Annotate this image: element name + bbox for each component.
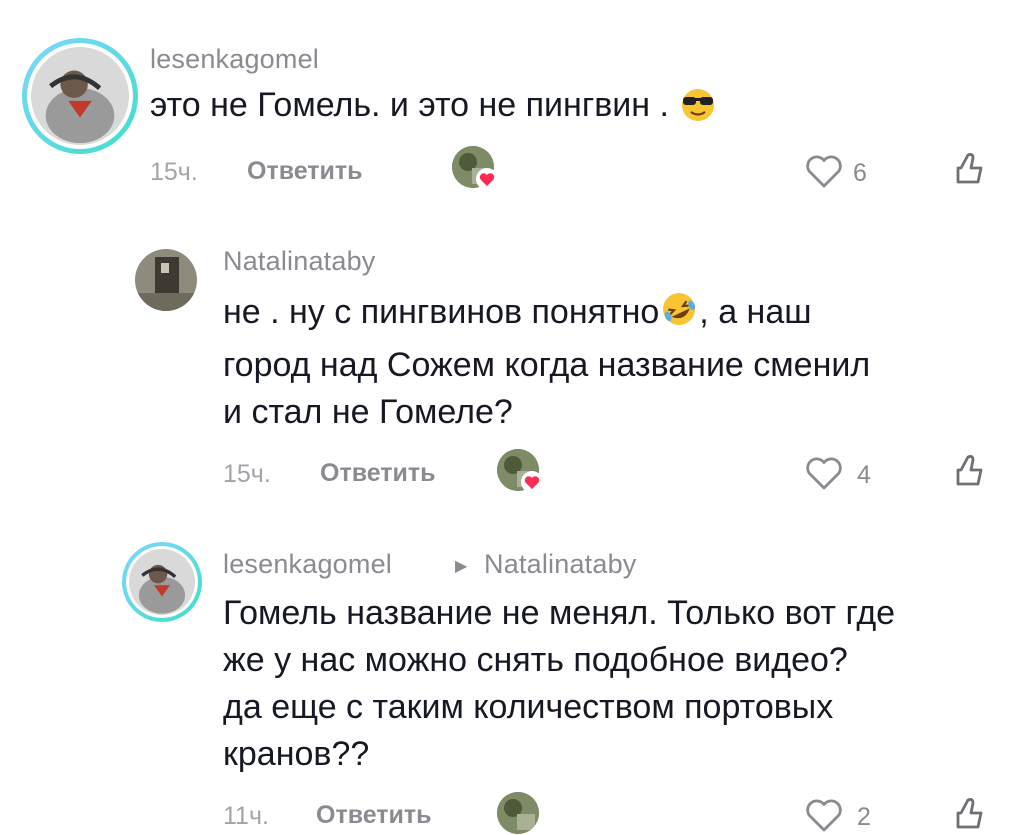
heart-badge-icon bbox=[476, 168, 498, 190]
reply-button[interactable]: Ответить bbox=[320, 459, 436, 488]
comment-time: 11ч. bbox=[223, 802, 269, 830]
like-count: 6 bbox=[853, 159, 867, 187]
creator-liked-avatar bbox=[497, 792, 539, 834]
comment-text-line: город над Сожем когда название сменил bbox=[223, 346, 871, 384]
heart-badge-icon bbox=[521, 471, 543, 493]
rofl-emoji-icon bbox=[659, 289, 699, 342]
comment-time: 15ч. bbox=[150, 158, 198, 186]
like-count: 4 bbox=[857, 461, 871, 489]
comment-text: не . ну с пингвинов понятно , а наш горо… bbox=[223, 289, 870, 436]
heart-outline-icon[interactable] bbox=[804, 153, 844, 189]
reply-button[interactable]: Ответить bbox=[247, 157, 363, 186]
comment-text-line: Гомель название не менял. Только вот где bbox=[223, 594, 896, 632]
comment-username[interactable]: lesenkagomel bbox=[223, 549, 392, 580]
comment-text: это не Гомель. и это не пингвин . bbox=[150, 82, 718, 135]
comment-text-line: да еще с таким количеством портовых bbox=[223, 688, 834, 726]
comment-text-line: кранов?? bbox=[223, 735, 370, 773]
reply-arrow-icon: ▶ bbox=[455, 558, 468, 575]
comment-username[interactable]: Natalinataby bbox=[223, 246, 376, 277]
comment-time: 15ч. bbox=[223, 460, 271, 488]
reply-button[interactable]: Ответить bbox=[316, 801, 432, 830]
comment-text-content: это не Гомель. и это не пингвин . bbox=[150, 86, 669, 124]
dislike-icon[interactable] bbox=[948, 452, 988, 492]
heart-outline-icon[interactable] bbox=[804, 455, 844, 491]
comment-username[interactable]: lesenkagomel bbox=[150, 44, 319, 75]
comment-text-line: , а наш bbox=[699, 293, 812, 331]
comment-text-line: же у нас можно снять подобное видео? bbox=[223, 641, 848, 679]
reply-to-username[interactable]: Natalinataby bbox=[484, 549, 637, 580]
avatar[interactable] bbox=[122, 542, 202, 622]
comment-text: Гомель название не менял. Только вот где… bbox=[223, 590, 895, 778]
like-count: 2 bbox=[857, 803, 871, 831]
dislike-icon[interactable] bbox=[948, 150, 988, 190]
heart-outline-icon[interactable] bbox=[804, 797, 844, 833]
avatar[interactable] bbox=[135, 249, 197, 311]
comment-text-line: и стал не Гомеле? bbox=[223, 393, 513, 431]
dislike-icon[interactable] bbox=[948, 795, 988, 835]
comment-text-line: не . ну с пингвинов понятно bbox=[223, 293, 660, 331]
avatar[interactable] bbox=[22, 38, 138, 154]
sunglasses-emoji-icon bbox=[678, 86, 718, 135]
